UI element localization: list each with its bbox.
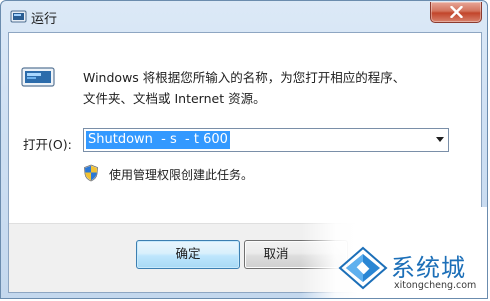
close-icon bbox=[450, 6, 463, 18]
description-line-2: 文件夹、文档或 Internet 资源。 bbox=[83, 91, 266, 106]
watermark-brand-name: 系统城 bbox=[391, 254, 466, 282]
open-label: 打开(O): bbox=[23, 137, 72, 152]
ok-button[interactable]: 确定 bbox=[136, 240, 240, 269]
cancel-button-label: 取消 bbox=[263, 246, 289, 261]
uac-shield-icon bbox=[83, 164, 99, 182]
dialog-description: Windows 将根据您所输入的名称，为您打开相应的程序、 文件夹、文档或 In… bbox=[83, 67, 405, 109]
admin-privileges-note: 使用管理权限创建此任务。 bbox=[109, 168, 254, 182]
description-line-1: Windows 将根据您所输入的名称，为您打开相应的程序、 bbox=[83, 70, 406, 85]
command-combobox[interactable]: Shutdown - s - t 600 bbox=[83, 128, 449, 152]
window-title: 运行 bbox=[31, 12, 58, 27]
run-app-icon bbox=[10, 9, 27, 24]
command-input[interactable]: Shutdown - s - t 600 bbox=[86, 131, 230, 149]
run-program-icon bbox=[21, 66, 57, 88]
chevron-down-icon[interactable] bbox=[436, 137, 444, 142]
close-button[interactable] bbox=[430, 2, 482, 23]
watermark-url: xitongcheng.com bbox=[394, 280, 477, 291]
title-bar[interactable]: 运行 bbox=[1, 1, 487, 33]
watermark-logo-icon bbox=[338, 246, 388, 290]
run-dialog-window: 运行 Windows 将根据您所输入的名称，为您打开相应的程序、 文件夹、文档或… bbox=[0, 0, 488, 299]
